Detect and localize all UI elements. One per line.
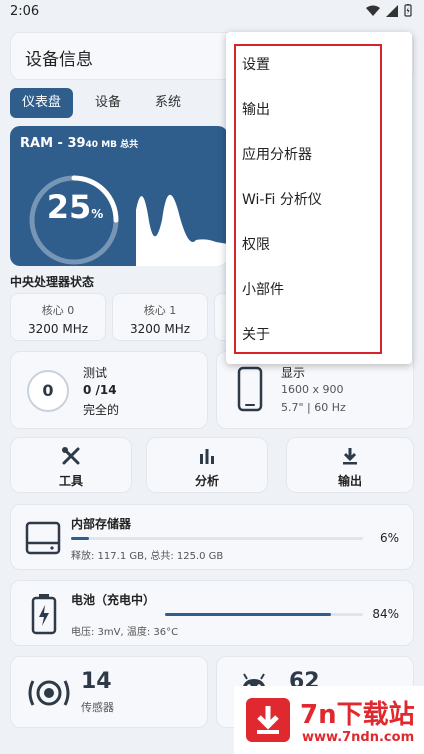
menu-item-permissions[interactable]: 权限 xyxy=(242,234,270,254)
core-frequency: 3200 MHz xyxy=(27,322,89,336)
tab-bar: 仪表盘 设备 系统 xyxy=(10,88,193,118)
storage-drive-icon xyxy=(25,521,61,555)
storage-percent: 6% xyxy=(379,531,399,545)
export-label: 输出 xyxy=(337,474,362,488)
battery-card[interactable]: 电池（充电中） 84% 电压: 3mV, 温度: 36°C xyxy=(10,580,414,646)
status-bar: 2:06 xyxy=(0,0,424,26)
cpu-section-label: 中央处理器状态 xyxy=(10,275,95,289)
storage-bar-track xyxy=(71,537,363,540)
status-icons xyxy=(366,4,412,17)
ram-card[interactable]: RAM - 3940 MB 总共 25% xyxy=(10,126,228,266)
battery-bar-track xyxy=(165,613,363,616)
export-button[interactable]: 输出 xyxy=(286,437,414,493)
ram-history-graph xyxy=(136,194,228,266)
menu-item-about[interactable]: 关于 xyxy=(242,324,270,344)
sensors-count: 14 xyxy=(81,669,112,694)
signal-icon xyxy=(386,4,398,17)
watermark-url: www.7ndn.com xyxy=(302,730,415,745)
menu-item-export[interactable]: 输出 xyxy=(242,99,270,119)
ram-title: RAM - 3940 MB 总共 xyxy=(20,136,138,151)
core-label: 核心 0 xyxy=(41,304,75,317)
sensor-icon xyxy=(28,680,70,706)
display-title: 显示 xyxy=(281,366,306,380)
menu-item-app-analyzer[interactable]: 应用分析器 xyxy=(242,144,312,164)
page-title: 设备信息 xyxy=(25,50,93,70)
tools-button[interactable]: 工具 xyxy=(10,437,132,493)
cpu-core-card[interactable]: 核心 1 3200 MHz xyxy=(112,293,208,341)
cpu-core-card[interactable]: 核心 0 3200 MHz xyxy=(10,293,106,341)
phone-icon xyxy=(237,366,263,412)
sensors-label: 传感器 xyxy=(81,701,114,714)
ram-total: 40 MB 总共 xyxy=(85,140,139,150)
sensors-card[interactable]: 14 传感器 xyxy=(10,656,208,728)
menu-item-wifi-analyzer[interactable]: Wi-Fi 分析仪 xyxy=(242,189,322,209)
test-status: 完全的 xyxy=(83,403,120,417)
battery-detail: 电压: 3mV, 温度: 36°C xyxy=(71,627,179,638)
menu-item-widgets[interactable]: 小部件 xyxy=(242,279,284,299)
storage-title: 内部存储器 xyxy=(71,517,132,531)
test-count: 0 xyxy=(27,370,69,412)
tab-device[interactable]: 设备 xyxy=(83,88,133,118)
download-arrow-icon xyxy=(246,698,290,742)
battery-percent: 84% xyxy=(372,607,399,621)
test-progress: 0 /14 xyxy=(83,383,117,397)
tools-label: 工具 xyxy=(58,474,83,488)
core-frequency: 3200 MHz xyxy=(129,322,191,336)
storage-detail: 释放: 117.1 GB, 总共: 125.0 GB xyxy=(71,551,224,562)
storage-bar-fill xyxy=(71,537,89,540)
test-title: 测试 xyxy=(83,366,108,380)
tab-dashboard[interactable]: 仪表盘 xyxy=(10,88,74,118)
status-time: 2:06 xyxy=(10,4,40,19)
tab-system[interactable]: 系统 xyxy=(143,88,193,118)
battery-icon xyxy=(404,4,412,17)
wifi-icon xyxy=(366,5,380,16)
battery-bar-fill xyxy=(165,613,332,616)
download-icon xyxy=(343,448,357,465)
core-label: 核心 1 xyxy=(143,304,177,317)
display-detail: 5.7" | 60 Hz xyxy=(281,401,346,414)
ram-percent: 25% xyxy=(40,188,110,226)
storage-card[interactable]: 内部存储器 6% 释放: 117.1 GB, 总共: 125.0 GB xyxy=(10,504,414,570)
battery-title: 电池（充电中） xyxy=(71,593,156,607)
bar-chart-icon xyxy=(200,449,214,464)
ram-percent-value: 25 xyxy=(46,188,92,226)
test-card[interactable]: 0 测试 0 /14 完全的 xyxy=(10,351,208,429)
display-resolution: 1600 x 900 xyxy=(281,383,344,396)
battery-charging-icon xyxy=(31,594,57,635)
analyze-button[interactable]: 分析 xyxy=(146,437,268,493)
watermark-brand: 7n下载站 xyxy=(300,700,415,730)
watermark: 7n下载站 www.7ndn.com xyxy=(234,686,424,754)
menu-item-settings[interactable]: 设置 xyxy=(242,54,270,74)
tools-icon xyxy=(62,447,80,465)
analyze-label: 分析 xyxy=(194,474,219,488)
ram-label: RAM - 39 xyxy=(20,136,86,151)
ram-percent-unit: % xyxy=(91,207,104,221)
